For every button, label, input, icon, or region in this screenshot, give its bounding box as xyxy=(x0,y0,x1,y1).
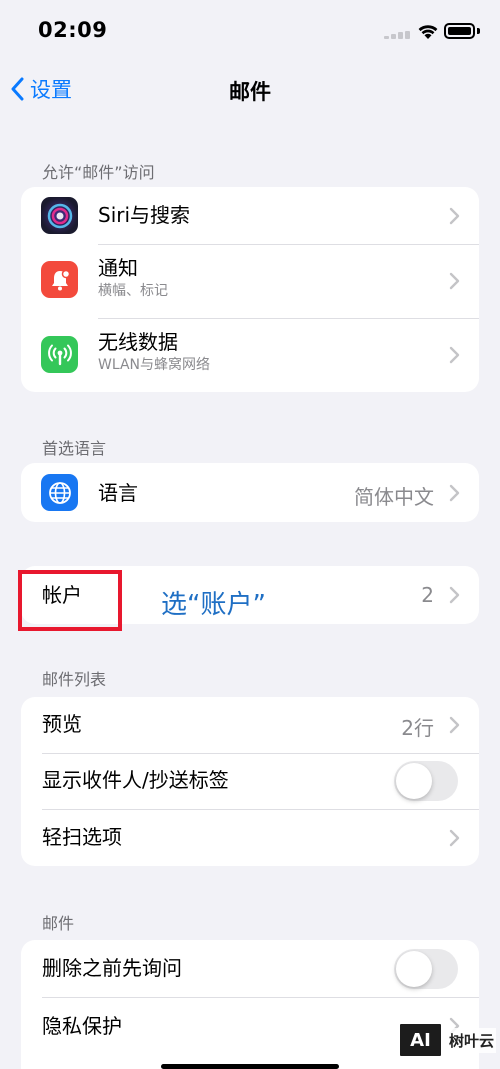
watermark-text: 树叶云 xyxy=(447,1027,497,1053)
row-language[interactable]: 语言 简体中文 xyxy=(21,463,479,522)
chevron-right-icon xyxy=(449,586,460,604)
watermark: AI 树叶云 xyxy=(398,1022,497,1058)
status-bar: 02:09 xyxy=(0,0,500,62)
row-show-to-cc-labels: 显示收件人/抄送标签 xyxy=(21,753,479,809)
chevron-right-icon xyxy=(449,829,460,846)
globe-icon xyxy=(41,474,78,511)
chevron-right-icon xyxy=(449,346,460,364)
status-time: 02:09 xyxy=(38,18,108,42)
toggle-knob xyxy=(396,763,432,799)
section-header-messages: 邮件 xyxy=(42,914,75,933)
row-siri-search[interactable]: Siri与搜索 xyxy=(21,187,479,244)
chevron-right-icon xyxy=(449,207,460,224)
row-title: 语言 xyxy=(98,481,138,505)
row-value: 2行 xyxy=(401,716,434,740)
row-title: Siri与搜索 xyxy=(98,203,191,227)
chevron-right-icon xyxy=(449,716,460,734)
chevron-right-icon xyxy=(449,484,460,501)
section-header-preferred-language: 首选语言 xyxy=(42,439,107,458)
preferred-language-group: 语言 简体中文 xyxy=(21,463,479,522)
battery-icon xyxy=(444,23,475,39)
watermark-logo: AI xyxy=(398,1022,443,1058)
navigation-bar: 设置 邮件 xyxy=(0,62,500,118)
battery-tip xyxy=(477,28,480,34)
row-title: 删除之前先询问 xyxy=(42,956,182,980)
siri-icon xyxy=(41,197,78,234)
row-swipe-options[interactable]: 轻扫选项 xyxy=(21,809,479,866)
row-notifications[interactable]: 通知 横幅、标记 xyxy=(21,244,479,318)
row-subtitle: WLAN与蜂窝网络 xyxy=(98,357,211,373)
cellular-signal-icon xyxy=(384,31,412,39)
section-header-message-list: 邮件列表 xyxy=(42,670,107,689)
row-ask-before-deleting: 删除之前先询问 xyxy=(21,940,479,997)
chevron-right-icon xyxy=(449,272,460,290)
notifications-icon xyxy=(41,261,78,298)
section-header-allow-access: 允许“邮件”访问 xyxy=(42,163,155,182)
row-preview[interactable]: 预览 2行 xyxy=(21,697,479,753)
row-wireless-data[interactable]: 无线数据 WLAN与蜂窝网络 xyxy=(21,318,479,392)
row-title: 通知 xyxy=(98,256,138,280)
annotation-text: 选“账户” xyxy=(161,590,266,620)
page-title: 邮件 xyxy=(229,80,271,104)
row-title: 显示收件人/抄送标签 xyxy=(42,768,229,792)
row-title: 预览 xyxy=(42,712,82,736)
row-title: 无线数据 xyxy=(98,330,178,354)
ask-before-deleting-toggle[interactable] xyxy=(394,948,458,989)
row-value: 简体中文 xyxy=(354,485,434,509)
home-indicator[interactable] xyxy=(161,1064,339,1069)
annotation-highlight-box xyxy=(18,570,122,631)
row-value: 2 xyxy=(421,583,434,607)
allow-access-group: Siri与搜索 通知 横幅、标记 无线数据 WLAN与蜂窝网络 xyxy=(21,187,479,392)
antenna-icon xyxy=(41,336,78,373)
wifi-icon xyxy=(418,25,438,39)
row-title: 隐私保护 xyxy=(42,1014,122,1038)
message-list-group: 预览 2行 显示收件人/抄送标签 轻扫选项 xyxy=(21,697,479,866)
toggle-knob xyxy=(396,950,432,987)
row-subtitle: 横幅、标记 xyxy=(98,283,168,299)
row-title: 轻扫选项 xyxy=(42,825,122,849)
show-to-cc-toggle[interactable] xyxy=(394,761,458,801)
